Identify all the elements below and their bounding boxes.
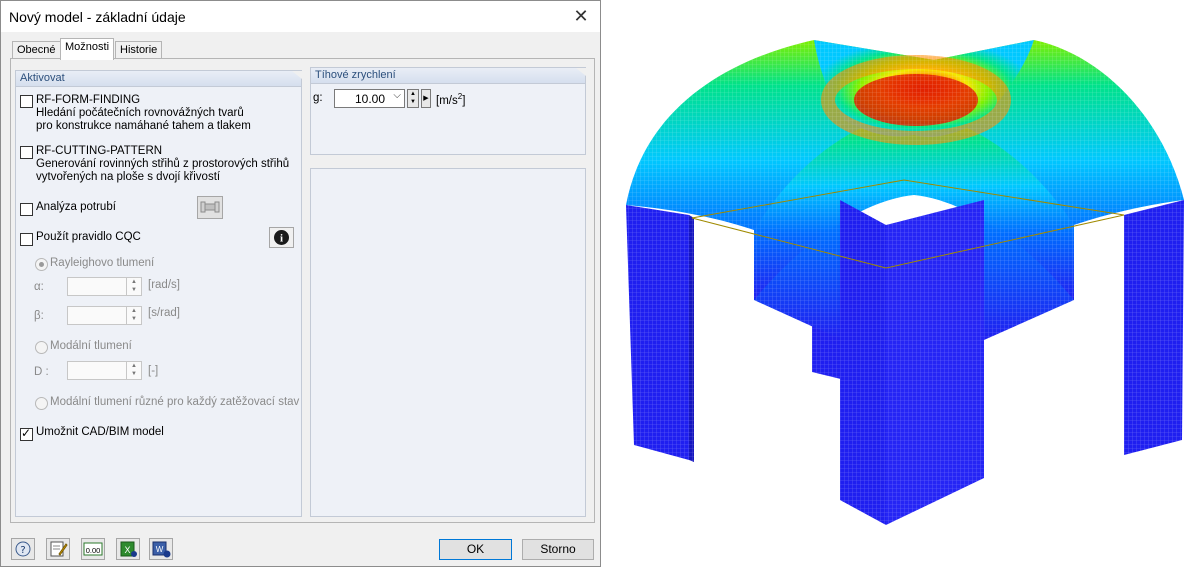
d-input[interactable]: ▲ ▼ — [67, 361, 142, 380]
alpha-input[interactable]: ▲ ▼ — [67, 277, 142, 296]
info-export-button[interactable]: W — [149, 538, 173, 560]
units-icon-text: 0.00 — [86, 546, 101, 555]
pipe-settings-button[interactable] — [197, 196, 223, 219]
d-unit: [-] — [148, 365, 159, 377]
pipe-analysis-label: Analýza potrubí — [36, 201, 116, 213]
rf-cutting-pattern-label: RF-CUTTING-PATTERN — [36, 145, 163, 157]
rf-form-finding-checkbox[interactable] — [20, 95, 33, 108]
modal-damping-label: Modální tlumení — [50, 340, 132, 352]
modal-damping-radio[interactable] — [35, 341, 48, 354]
edit-button[interactable] — [46, 538, 70, 560]
alpha-spinner[interactable]: ▲ ▼ — [126, 278, 141, 295]
rayleigh-damping-radio[interactable] — [35, 258, 48, 271]
title-bar: Nový model - základní údaje ✕ — [1, 1, 600, 32]
ok-button[interactable]: OK — [439, 539, 512, 560]
spin-down-icon[interactable]: ▼ — [408, 98, 418, 106]
ok-label: OK — [466, 542, 485, 556]
rayleigh-damping-label: Rayleighovo tlumení — [50, 257, 155, 269]
beta-unit: [s/rad] — [148, 307, 180, 319]
units-icon: 0.00 — [83, 542, 103, 556]
d-label: D : — [34, 366, 49, 378]
info-icon: i — [274, 230, 289, 245]
gravity-group: Tíhové zrychlení — [310, 67, 586, 155]
d-spinner[interactable]: ▲ ▼ — [126, 362, 141, 379]
close-icon[interactable]: ✕ — [570, 5, 592, 27]
help-icon: ? — [15, 541, 31, 557]
g-value-combobox[interactable]: 10.00 ⌵ — [334, 89, 405, 108]
tab-options[interactable]: Možnosti — [60, 38, 115, 60]
excel-import-icon: X — [120, 541, 137, 557]
activate-group-header: Aktivovat — [16, 71, 302, 87]
alpha-unit: [rad/s] — [148, 279, 180, 291]
tab-options-label: Možnosti — [65, 41, 110, 53]
import-button[interactable]: X — [116, 538, 140, 560]
cqc-info-button[interactable]: i — [269, 227, 294, 248]
info-icon: W — [152, 541, 171, 558]
fe-mesh-overlay — [624, 38, 1189, 528]
units-button[interactable]: 0.00 — [81, 538, 105, 560]
arrow-right-icon: ▶ — [423, 95, 429, 102]
help-button[interactable]: ? — [11, 538, 35, 560]
pipe-analysis-checkbox[interactable] — [20, 203, 33, 216]
tab-history-label: Historie — [120, 44, 158, 56]
g-value: 10.00 — [355, 92, 386, 106]
tab-general-label: Obecné — [17, 44, 56, 56]
modal-per-case-label: Modální tlumení různé pro každý zatěžova… — [50, 396, 300, 408]
rf-cutting-pattern-desc-2: vytvořených na ploše s dvojí křivostí — [36, 171, 221, 183]
activate-group: Aktivovat — [15, 70, 302, 517]
g-arrow-button[interactable]: ▶ — [421, 89, 431, 108]
cad-bim-label: Umožnit CAD/BIM model — [36, 426, 164, 438]
model-3d-view[interactable] — [604, 0, 1194, 568]
rf-form-finding-label: RF-FORM-FINDING — [36, 94, 141, 106]
gravity-group-header: Tíhové zrychlení — [311, 68, 586, 84]
spin-up-icon[interactable]: ▲ — [408, 90, 418, 98]
tab-general[interactable]: Obecné — [12, 41, 61, 59]
g-spinner[interactable]: ▲ ▼ — [407, 89, 419, 108]
cancel-button[interactable]: Storno — [522, 539, 594, 560]
cad-bim-checkbox[interactable] — [20, 426, 33, 441]
g-unit-prefix: [m/s — [436, 94, 458, 107]
new-model-dialog: Nový model - základní údaje ✕ Obecné Mož… — [0, 0, 601, 567]
rf-cutting-pattern-desc-1: Generování rovinných střihů z prostorový… — [36, 158, 290, 170]
empty-group — [310, 168, 586, 517]
cqc-rule-checkbox[interactable] — [20, 233, 33, 246]
dialog-title: Nový model - základní údaje — [9, 9, 186, 25]
tab-history[interactable]: Historie — [115, 41, 163, 59]
g-unit-suffix: ] — [462, 94, 466, 107]
svg-text:W: W — [156, 545, 164, 554]
chevron-down-icon[interactable]: ⌵ — [393, 90, 401, 101]
pipe-settings-icon — [200, 201, 220, 213]
cancel-label: Storno — [540, 542, 576, 556]
rf-cutting-pattern-checkbox[interactable] — [20, 146, 33, 159]
rf-form-finding-desc-2: pro konstrukce namáhané tahem a tlakem — [36, 120, 251, 132]
beta-input[interactable]: ▲ ▼ — [67, 306, 142, 325]
edit-icon — [50, 541, 68, 557]
svg-text:X: X — [124, 545, 130, 555]
beta-label: β: — [34, 310, 44, 322]
beta-spinner[interactable]: ▲ ▼ — [126, 307, 141, 324]
g-label: g: — [313, 92, 323, 104]
g-unit: [m/s2] — [436, 92, 465, 107]
svg-text:?: ? — [20, 545, 25, 556]
svg-text:i: i — [280, 233, 283, 245]
cqc-rule-label: Použít pravidlo CQC — [36, 231, 141, 243]
alpha-label: α: — [34, 281, 44, 293]
modal-per-case-radio[interactable] — [35, 397, 48, 410]
rf-form-finding-desc-1: Hledání počátečních rovnovážných tvarů — [36, 107, 244, 119]
